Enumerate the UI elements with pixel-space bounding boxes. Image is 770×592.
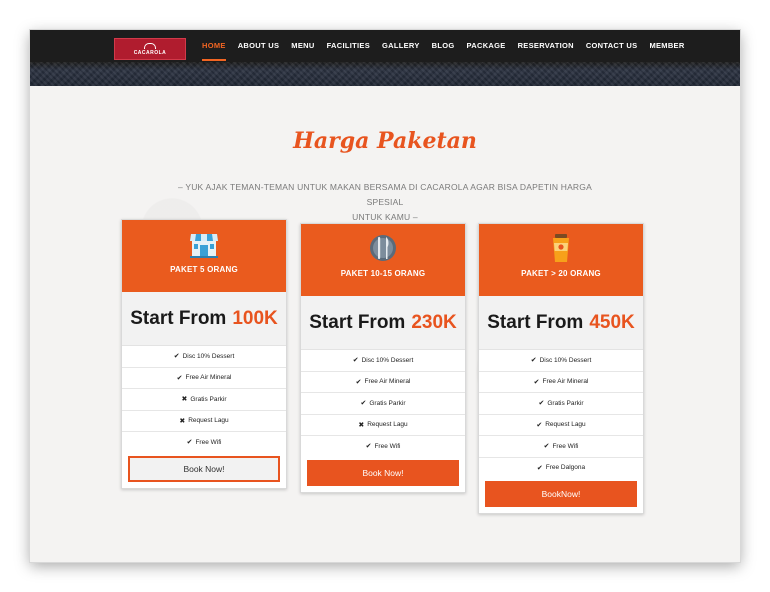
cross-icon: ✖ (181, 396, 188, 404)
feature-row: ✔ Request Lagu (479, 415, 643, 436)
check-icon: ✔ (355, 378, 362, 386)
nav-facilities[interactable]: FACILITIES (321, 30, 376, 62)
feature-row: ✔ Free Wifi (122, 432, 286, 453)
price-prefix: Start From (309, 311, 406, 333)
button-area: BookNow! (479, 478, 643, 513)
card-header: PAKET > 20 ORANG (479, 224, 643, 296)
drink-cup-icon (553, 234, 569, 262)
feature-row: ✔ Disc 10% Dessert (122, 346, 286, 368)
check-icon: ✔ (360, 400, 367, 408)
subtitle-line-1: – YUK AJAK TEMAN-TEMAN UNTUK MAKAN BERSA… (178, 182, 592, 207)
site-logo[interactable]: CACAROLA (114, 38, 186, 60)
feature-text: Free Air Mineral (542, 378, 589, 386)
feature-row: ✖ Request Lagu (122, 411, 286, 432)
nav-menu[interactable]: MENU (285, 30, 320, 62)
feature-row: ✔ Free Air Mineral (301, 372, 465, 393)
feature-row: ✔ Gratis Parkir (479, 393, 643, 415)
feature-row: ✔ Gratis Parkir (301, 393, 465, 415)
button-area: Book Now! (301, 457, 465, 492)
feature-text: Request Lagu (367, 421, 408, 429)
feature-text: Free Wifi (552, 442, 579, 450)
check-icon: ✔ (536, 464, 543, 472)
price-amount: 100K (232, 307, 278, 329)
price-panel: Start From 100K (122, 292, 286, 346)
book-now-button[interactable]: BookNow! (485, 481, 637, 507)
price-panel: Start From 450K (479, 296, 643, 350)
feature-row: ✔ Disc 10% Dessert (301, 350, 465, 372)
main-nav: HOME ABOUT US MENU FACILITIES GALLERY BL… (196, 30, 691, 62)
feature-text: Free Air Mineral (185, 374, 232, 382)
feature-text: Disc 10% Dessert (182, 352, 235, 360)
feature-row: ✖ Gratis Parkir (122, 389, 286, 411)
book-now-button[interactable]: Book Now! (307, 459, 459, 486)
feature-text: Free Wifi (374, 442, 401, 450)
check-icon: ✔ (543, 443, 550, 451)
nav-blog[interactable]: BLOG (426, 30, 461, 62)
cloche-icon (144, 42, 156, 49)
site-header: CACAROLA HOME ABOUT US MENU FACILITIES G… (30, 30, 740, 86)
feature-text: Free Wifi (195, 438, 222, 446)
feature-row: ✔ Free Dalgona (479, 458, 643, 479)
price-panel: Start From 230K (301, 296, 465, 350)
feature-text: Free Dalgona (545, 464, 586, 472)
nav-home[interactable]: HOME (196, 30, 232, 62)
nav-member[interactable]: MEMBER (643, 30, 690, 62)
check-icon: ✔ (186, 439, 193, 447)
logo-text: CACAROLA (133, 49, 167, 56)
check-icon: ✔ (173, 353, 180, 361)
package-card-10-15: PAKET 10-15 ORANG Start From 230K ✔ Disc … (300, 223, 466, 493)
package-card-20-plus: PAKET > 20 ORANG Start From 450K ✔ Disc 1… (478, 223, 644, 514)
button-area: Book Now! (122, 453, 286, 488)
cross-icon: ✖ (179, 417, 186, 425)
feature-text: Disc 10% Dessert (361, 356, 414, 364)
feature-text: Gratis Parkir (369, 399, 406, 407)
feature-row: ✔ Free Air Mineral (122, 368, 286, 389)
check-icon: ✔ (536, 421, 543, 429)
check-icon: ✔ (176, 374, 183, 382)
price-amount: 230K (411, 311, 457, 333)
package-name: PAKET > 20 ORANG (521, 269, 601, 278)
feature-text: Request Lagu (188, 417, 229, 425)
header-texture (30, 62, 740, 86)
feature-row: ✔ Free Wifi (479, 436, 643, 458)
feature-row: ✔ Free Air Mineral (479, 372, 643, 393)
book-now-button[interactable]: Book Now! (128, 455, 280, 482)
package-section: Harga Paketan – YUK AJAK TEMAN-TEMAN UNT… (30, 86, 740, 562)
plate-cutlery-icon (370, 235, 396, 261)
card-header: PAKET 5 ORANG (122, 220, 286, 292)
package-name: PAKET 10-15 ORANG (340, 269, 426, 278)
price-prefix: Start From (130, 307, 227, 329)
feature-text: Free Air Mineral (364, 378, 411, 386)
feature-row: ✔ Disc 10% Dessert (479, 350, 643, 372)
price-prefix: Start From (487, 311, 584, 333)
nav-about-us[interactable]: ABOUT US (232, 30, 286, 62)
nav-contact-us[interactable]: CONTACT US (580, 30, 644, 62)
card-header: PAKET 10-15 ORANG (301, 224, 465, 296)
nav-gallery[interactable]: GALLERY (376, 30, 426, 62)
price-amount: 450K (589, 311, 635, 333)
storefront-icon (190, 234, 218, 258)
package-card-5: PAKET 5 ORANG Start From 100K ✔ Disc 10% … (121, 219, 287, 489)
feature-text: Request Lagu (545, 421, 586, 429)
nav-reservation[interactable]: RESERVATION (512, 30, 580, 62)
check-icon: ✔ (530, 357, 537, 365)
nav-package[interactable]: PACKAGE (461, 30, 512, 62)
feature-text: Gratis Parkir (547, 399, 584, 407)
cross-icon: ✖ (358, 421, 365, 429)
browser-frame: CACAROLA HOME ABOUT US MENU FACILITIES G… (30, 30, 740, 562)
section-title: Harga Paketan (293, 128, 477, 154)
feature-text: Gratis Parkir (190, 395, 227, 403)
check-icon: ✔ (352, 357, 359, 365)
feature-row: ✖ Request Lagu (301, 415, 465, 436)
feature-row: ✔ Free Wifi (301, 436, 465, 457)
check-icon: ✔ (365, 443, 372, 451)
feature-text: Disc 10% Dessert (539, 356, 592, 364)
check-icon: ✔ (538, 400, 545, 408)
check-icon: ✔ (533, 378, 540, 386)
package-name: PAKET 5 ORANG (170, 265, 238, 274)
